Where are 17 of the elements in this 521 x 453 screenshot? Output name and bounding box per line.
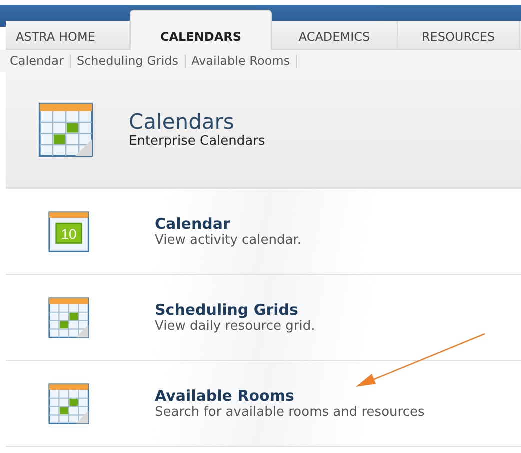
calendar-grid-icon[interactable] — [48, 296, 90, 338]
subnav-link[interactable]: Scheduling Grids — [76, 54, 179, 68]
subnav-link[interactable]: Available Rooms — [192, 54, 290, 68]
item-description: View activity calendar. — [155, 233, 302, 248]
nav-tab[interactable]: ACADEMICS — [272, 21, 398, 49]
item-description: Search for available rooms and resources — [155, 405, 425, 420]
item-link[interactable]: Calendar — [155, 215, 302, 233]
page-subtitle: Enterprise Calendars — [129, 134, 266, 149]
page-title: Calendars — [129, 110, 236, 134]
subnav-link[interactable]: Calendar — [10, 54, 64, 68]
item-link[interactable]: Scheduling Grids — [155, 301, 316, 319]
calendar-grid-icon[interactable] — [48, 382, 90, 424]
nav-tab[interactable]: RESOURCES — [398, 21, 520, 49]
nav-tab[interactable]: CALENDARS — [130, 10, 272, 50]
calendar-grid-icon — [38, 102, 94, 158]
item-description: View daily resource grid. — [155, 319, 316, 334]
item-link[interactable]: Available Rooms — [155, 387, 425, 405]
